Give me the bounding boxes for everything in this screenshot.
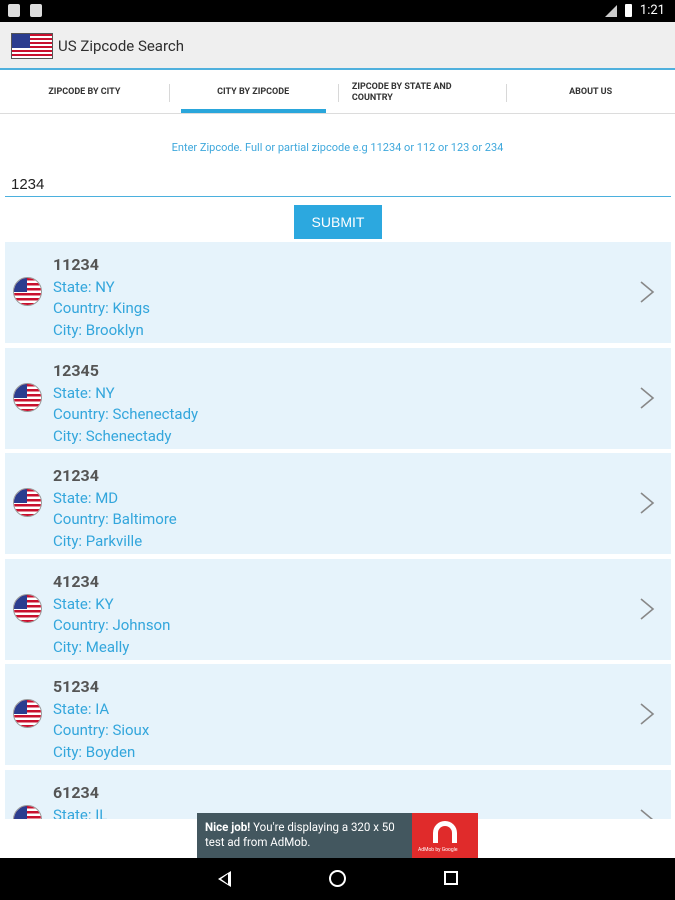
us-flag-icon [13,804,42,819]
tab-label: ZIPCODE BY CITY [48,87,121,97]
city: City: Brooklyn [53,321,144,339]
search-hint: Enter Zipcode. Full or partial zipcode e… [171,141,504,154]
tab-zipcode-by-city[interactable]: ZIPCODE BY CITY [0,72,169,113]
us-flag-icon [11,33,53,59]
notification-icon [8,4,20,17]
list-item[interactable]: 11234 State: NY Country: Kings City: Bro… [5,242,671,343]
state: State: IA [53,700,110,718]
tab-label: ABOUT US [569,87,613,97]
state: State: KY [53,594,114,613]
home-icon[interactable] [329,870,346,887]
chevron-right-icon [640,492,655,514]
chevron-right-icon [640,281,655,303]
status-time: 1:21 [639,3,665,18]
country: Country: Kings [53,299,150,317]
country: Country: Schenectady [53,404,199,423]
ad-text: Nice job! You're displaying a 320 x 50 t… [205,820,415,850]
list-item[interactable]: 41234 State: KY Country: Johnson City: M… [5,558,671,660]
zipcode: 12345 [53,360,99,380]
country: Country: Baltimore [53,510,177,528]
city: City: Meally [53,637,130,656]
zipcode: 41234 [53,571,99,591]
state: State: MD [53,489,119,507]
back-icon[interactable] [218,871,231,887]
city: City: Parkville [53,532,143,550]
tab-city-by-zipcode[interactable]: CITY BY ZIPCODE [168,72,338,113]
state: State: IL [53,805,108,820]
results-list: 11234 State: NY Country: Kings City: Bro… [5,242,671,819]
zipcode: 21234 [53,466,99,485]
state: State: NY [53,278,115,296]
tab-label: ZIPCODE BY STATE AND COUNTRY [351,81,452,103]
tab-about-us[interactable]: ABOUT US [506,72,675,113]
status-bar: 1:21 [0,0,675,22]
signal-icon [604,4,617,17]
list-item[interactable]: 51234 State: IA Country: Sioux City: Boy… [5,664,671,765]
chevron-right-icon [640,386,655,409]
chevron-right-icon [640,703,655,725]
us-flag-icon [13,488,42,517]
tab-label: CITY BY ZIPCODE [217,87,290,97]
list-item[interactable]: 21234 State: MD Country: Baltimore City:… [5,453,671,554]
navigation-bar [0,858,675,900]
ad-banner[interactable]: Nice job! You're displaying a 320 x 50 t… [197,813,478,858]
country: Country: Sioux [53,721,150,739]
recent-apps-icon[interactable] [444,871,458,885]
action-bar: US Zipcode Search [0,22,675,70]
state: State: NY [53,383,115,402]
city: City: Schenectady [53,426,172,445]
us-flag-icon [13,382,42,412]
chevron-right-icon [640,808,654,819]
zipcode: 11234 [53,255,99,274]
android-icon [30,4,42,17]
admob-caption: AdMob by Google [418,847,458,853]
tab-zipcode-by-state-and-country[interactable]: ZIPCODE BY STATE AND COUNTRY [337,72,507,113]
tab-bar: ZIPCODE BY CITY CITY BY ZIPCODE ZIPCODE … [0,72,675,114]
list-item[interactable]: 12345 State: NY Country: Schenectady Cit… [5,347,671,449]
us-flag-icon [13,277,42,306]
admob-mark-icon [433,821,457,843]
us-flag-icon [13,593,42,623]
submit-button[interactable]: SUBMIT [294,205,382,239]
list-item[interactable]: 61234 State: IL [5,769,671,820]
battery-icon [624,4,632,17]
country: Country: Johnson [53,615,171,634]
us-flag-icon [13,699,42,728]
app-title: US Zipcode Search [58,37,185,55]
ad-bold: Nice job! [205,820,251,834]
city: City: Boyden [53,743,136,761]
zipcode: 61234 [53,782,99,802]
zipcode: 51234 [53,677,99,696]
chevron-right-icon [640,597,655,620]
zipcode-input[interactable] [5,172,671,197]
admob-logo-icon: AdMob by Google [412,813,478,858]
